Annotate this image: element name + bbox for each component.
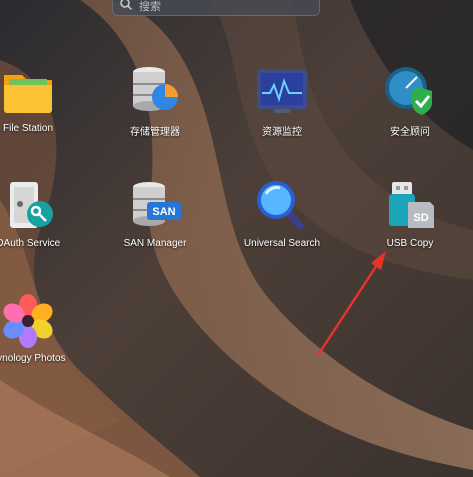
app-label: Universal Search	[243, 238, 321, 249]
app-usb-copy[interactable]: SD USB Copy	[355, 178, 465, 249]
app-label: SAN Manager	[123, 238, 187, 249]
app-security-advisor[interactable]: 安全顾问	[355, 63, 465, 138]
magnifier-icon	[257, 181, 304, 230]
app-universal-search[interactable]: Universal Search	[227, 178, 337, 249]
app-synology-photos[interactable]: Synology Photos	[0, 293, 83, 364]
app-label: Synology Photos	[0, 353, 66, 364]
search-icon	[120, 0, 133, 11]
app-san-manager[interactable]: SAN SAN Manager	[100, 178, 210, 249]
photos-flower-icon	[3, 294, 53, 348]
folder-icon	[4, 75, 52, 113]
app-resource-monitor[interactable]: 资源监控	[227, 63, 337, 138]
usb-copy-icon: SD	[389, 182, 434, 228]
app-label: 安全顾问	[390, 127, 430, 138]
security-advisor-icon	[385, 67, 432, 115]
storage-manager-icon	[133, 67, 178, 111]
app-oauth-service[interactable]: OAuth Service	[0, 178, 83, 249]
app-file-station[interactable]: File Station	[0, 63, 83, 134]
app-label: File Station	[2, 123, 54, 134]
app-storage-manager[interactable]: 存储管理器	[100, 63, 210, 138]
san-badge: SAN	[152, 206, 175, 218]
search-bar[interactable]: 搜索	[112, 0, 320, 16]
oauth-key-icon	[10, 182, 53, 228]
app-label: OAuth Service	[0, 238, 61, 249]
resource-monitor-icon	[257, 69, 307, 113]
app-label: USB Copy	[386, 238, 434, 249]
san-manager-icon: SAN	[133, 182, 181, 226]
search-placeholder: 搜索	[139, 1, 161, 13]
app-label: 资源监控	[262, 127, 302, 138]
sd-badge: SD	[413, 212, 428, 224]
app-label: 存储管理器	[130, 127, 180, 138]
